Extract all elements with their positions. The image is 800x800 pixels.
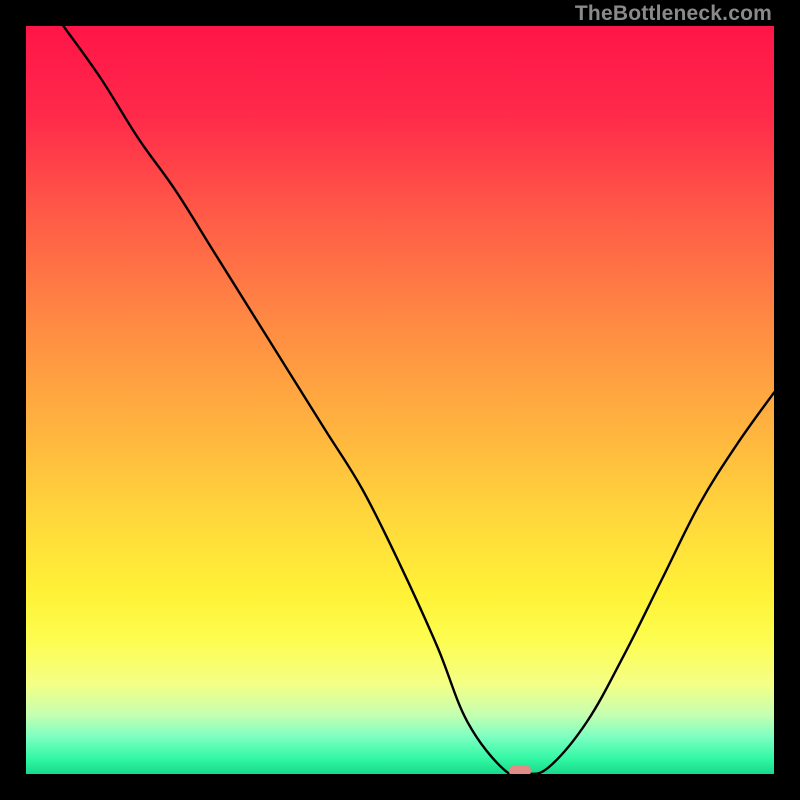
plot-area	[26, 26, 774, 774]
curve-svg	[26, 26, 774, 774]
watermark-text: TheBottleneck.com	[575, 2, 772, 26]
chart-frame: TheBottleneck.com	[0, 0, 800, 800]
bottleneck-curve	[63, 26, 774, 774]
minimum-marker	[509, 765, 531, 774]
